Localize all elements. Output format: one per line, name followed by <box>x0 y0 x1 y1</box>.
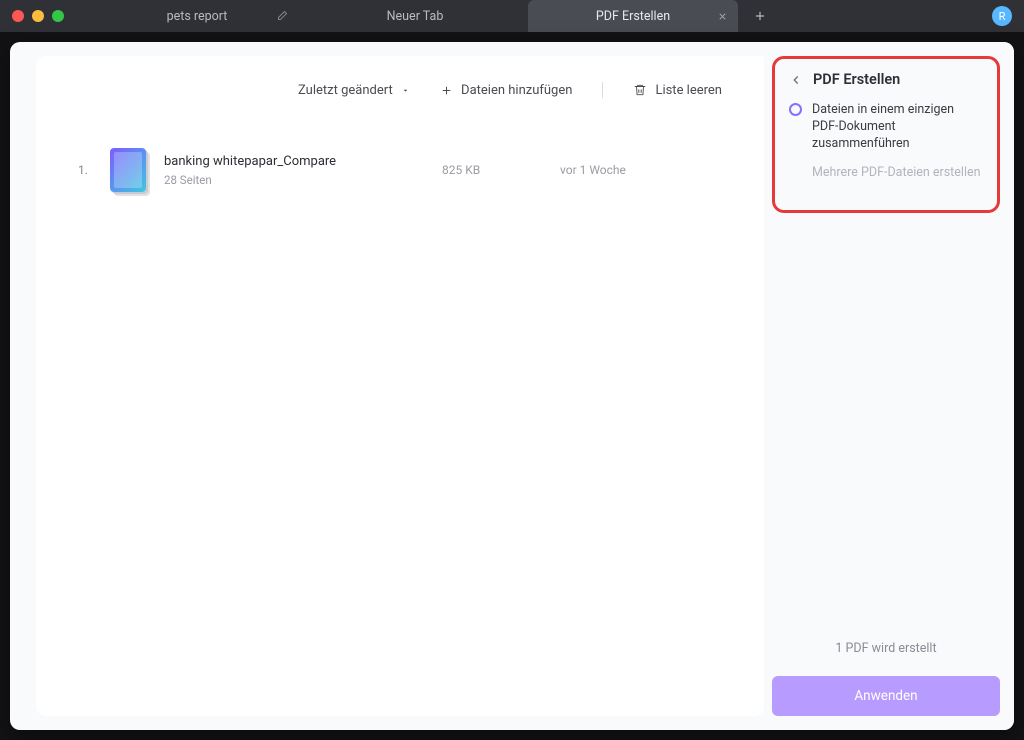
sidebar: PDF Erstellen Dateien in einem einzigen … <box>764 42 1014 730</box>
add-files-label: Dateien hinzufügen <box>461 83 572 98</box>
tab-pdf-erstellen[interactable]: PDF Erstellen <box>528 0 738 32</box>
file-date: vor 1 Woche <box>560 163 626 177</box>
plus-icon <box>440 84 453 97</box>
avatar-letter: R <box>999 10 1006 23</box>
file-list: 1. banking whitepapar_Compare 28 Seiten … <box>36 108 764 232</box>
close-icon[interactable] <box>717 11 728 22</box>
main-panel: Zuletzt geändert Dateien hinzufügen List… <box>36 56 764 716</box>
file-thumbnail <box>110 148 146 192</box>
apply-label: Anwenden <box>854 688 917 704</box>
close-window-icon[interactable] <box>12 10 24 22</box>
chevron-left-icon <box>789 73 803 87</box>
status-text: 1 PDF wird erstellt <box>772 641 1000 656</box>
sidebar-title: PDF Erstellen <box>813 71 900 88</box>
file-meta: banking whitepapar_Compare 28 Seiten <box>164 154 424 187</box>
radio-icon <box>789 166 802 179</box>
radio-icon <box>789 103 802 116</box>
file-pages: 28 Seiten <box>164 173 424 187</box>
file-name: banking whitepapar_Compare <box>164 154 424 169</box>
new-tab-button[interactable] <box>746 2 774 30</box>
toolbar: Zuletzt geändert Dateien hinzufügen List… <box>36 56 764 108</box>
sort-label: Zuletzt geändert <box>298 83 393 98</box>
clear-list-label: Liste leeren <box>655 83 722 98</box>
tab-label: PDF Erstellen <box>596 9 670 24</box>
pencil-icon[interactable] <box>276 10 288 22</box>
tab-neuer-tab[interactable]: Neuer Tab <box>310 0 520 32</box>
apply-button[interactable]: Anwenden <box>772 676 1000 716</box>
file-size: 825 KB <box>442 163 542 177</box>
option-multiple[interactable]: Mehrere PDF-Dateien erstellen <box>789 165 983 182</box>
sort-dropdown[interactable]: Zuletzt geändert <box>298 83 410 98</box>
tab-pets-report[interactable]: pets report <box>92 0 302 32</box>
option-merge[interactable]: Dateien in einem einzigen PDF-Dokument z… <box>789 102 983 153</box>
option-multiple-label: Mehrere PDF-Dateien erstellen <box>812 165 981 182</box>
stage: Zuletzt geändert Dateien hinzufügen List… <box>0 32 1024 740</box>
sidebar-header: PDF Erstellen <box>789 71 983 88</box>
add-files-button[interactable]: Dateien hinzufügen <box>440 83 572 98</box>
minimize-window-icon[interactable] <box>32 10 44 22</box>
maximize-window-icon[interactable] <box>52 10 64 22</box>
chevron-down-icon <box>401 86 410 95</box>
sidebar-options-box: PDF Erstellen Dateien in einem einzigen … <box>772 56 1000 213</box>
file-row[interactable]: 1. banking whitepapar_Compare 28 Seiten … <box>78 148 722 192</box>
titlebar: pets report Neuer Tab PDF Erstellen R <box>0 0 1024 32</box>
file-index: 1. <box>78 163 92 177</box>
back-button[interactable] <box>789 73 803 87</box>
clear-list-button[interactable]: Liste leeren <box>633 83 722 98</box>
window-controls <box>12 10 64 22</box>
option-merge-label: Dateien in einem einzigen PDF-Dokument z… <box>812 102 983 153</box>
tab-label: pets report <box>167 9 228 24</box>
divider <box>602 82 603 98</box>
avatar[interactable]: R <box>992 6 1012 26</box>
workspace: Zuletzt geändert Dateien hinzufügen List… <box>10 42 1014 730</box>
tab-label: Neuer Tab <box>387 9 444 24</box>
trash-icon <box>633 83 647 97</box>
